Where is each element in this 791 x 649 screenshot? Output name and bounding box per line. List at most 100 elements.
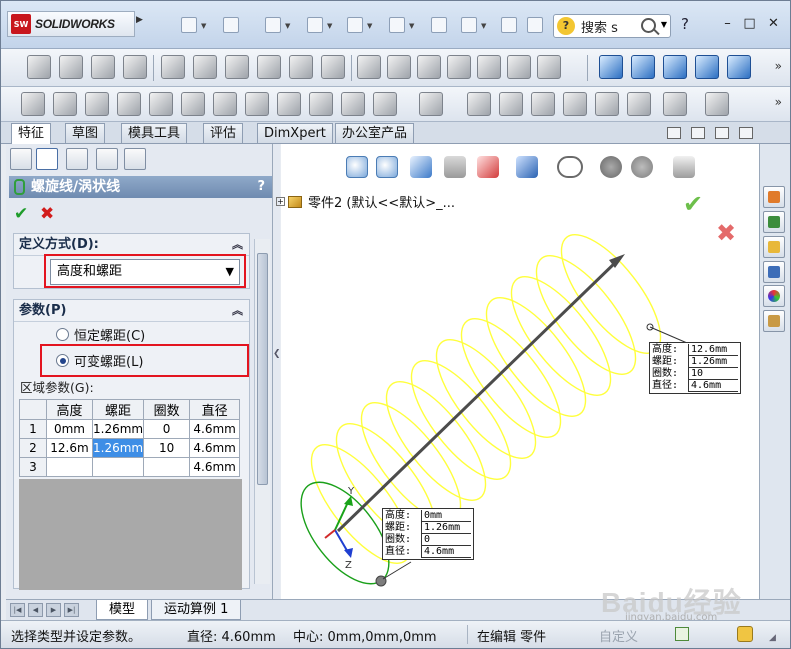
definition-group-header[interactable]: 定义方式(D): ︽ [14, 234, 249, 256]
dimxpert-manager-tab-icon[interactable] [96, 148, 118, 170]
boundary-icon[interactable] [117, 92, 141, 116]
tab-evaluate[interactable]: 评估 [203, 123, 244, 143]
sweep-boss-icon[interactable] [91, 55, 115, 79]
open-file-icon[interactable] [223, 17, 239, 33]
table-cell[interactable]: 1.26mm [91, 419, 145, 439]
callout-value[interactable]: 0mm [421, 510, 471, 522]
fillet-icon[interactable] [357, 55, 381, 79]
search-icon[interactable] [641, 18, 656, 33]
view-cube-icon[interactable] [631, 55, 655, 79]
deform-icon[interactable] [213, 92, 237, 116]
feature-tree-root[interactable]: + 零件2 (默认<<默认>_... [276, 192, 455, 211]
tab-model[interactable]: 模型 [96, 600, 149, 620]
rebuild-status-icon[interactable] [675, 627, 689, 641]
callout-value[interactable]: 12.6mm [688, 344, 738, 356]
split-view-icon[interactable] [667, 127, 681, 139]
tab-dimxpert[interactable]: DimXpert [257, 123, 333, 143]
edit-appearance-icon[interactable] [631, 156, 653, 178]
next-tab-icon[interactable]: ▶ [46, 603, 61, 617]
callout-value[interactable]: 4.6mm [688, 380, 738, 392]
dome-feature-icon[interactable] [627, 92, 651, 116]
delete-body-icon[interactable] [531, 92, 555, 116]
parameters-group-header[interactable]: 参数(P) ︽ [14, 300, 249, 322]
feature-manager-tab-icon[interactable] [10, 148, 32, 170]
panel-scrollbar[interactable] [254, 239, 270, 584]
display-style-icon[interactable] [557, 156, 583, 178]
view-palette-tab[interactable] [763, 261, 785, 283]
expand-icon[interactable]: + [276, 197, 285, 206]
options-icon[interactable] [461, 17, 477, 33]
combine-icon[interactable] [341, 92, 365, 116]
configuration-manager-tab-icon[interactable] [66, 148, 88, 170]
radio-button[interactable] [56, 327, 69, 341]
restore-view-icon[interactable] [715, 127, 729, 139]
select-dropdown-icon[interactable]: ▼ [409, 22, 414, 30]
settings-gear-icon[interactable] [527, 17, 543, 33]
table-cell[interactable] [91, 457, 145, 477]
cut-sweep-icon[interactable] [225, 55, 249, 79]
view-cube-icon[interactable] [695, 55, 719, 79]
help-button[interactable]: ? [681, 15, 689, 33]
split-icon[interactable] [309, 92, 333, 116]
view-cube-icon[interactable] [727, 55, 751, 79]
extrude-boss-icon[interactable] [27, 55, 51, 79]
splitter-grip-icon[interactable]: ❮ [273, 349, 281, 359]
section-view-icon[interactable] [444, 156, 466, 178]
options-dropdown-icon[interactable]: ▼ [481, 22, 486, 30]
table-cell[interactable] [143, 457, 191, 477]
freeform-icon[interactable] [181, 92, 205, 116]
rib-icon[interactable] [387, 55, 411, 79]
helix-start-point[interactable] [375, 575, 387, 587]
table-cell[interactable]: 4.6mm [189, 438, 241, 458]
last-tab-icon[interactable]: ▶| [64, 603, 79, 617]
sketch-point-icon[interactable] [663, 92, 687, 116]
toolbar-overflow-icon[interactable]: » [775, 59, 782, 73]
print-dropdown-icon[interactable]: ▼ [327, 22, 332, 30]
callout-value[interactable]: 4.6mm [421, 546, 471, 558]
display-manager-tab-icon[interactable] [124, 148, 146, 170]
dynamic-annotation-icon[interactable] [477, 156, 499, 178]
first-tab-icon[interactable]: |◀ [10, 603, 25, 617]
undo-dropdown-icon[interactable]: ▼ [367, 22, 372, 30]
solidworks-logo[interactable]: SW SOLIDWORKS [7, 11, 135, 37]
tag-icon[interactable] [737, 626, 753, 642]
table-cell[interactable]: 4.6mm [189, 457, 241, 477]
cavity-icon[interactable] [563, 92, 587, 116]
table-cell[interactable]: 12.6m [46, 438, 93, 458]
tab-office-products[interactable]: 办公室产品 [335, 123, 415, 143]
callout-value[interactable]: 1.26mm [421, 522, 471, 534]
view-cube-icon[interactable] [663, 55, 687, 79]
tab-sketch[interactable]: 草图 [65, 123, 106, 143]
flex-icon[interactable] [277, 92, 301, 116]
thread-icon[interactable] [321, 55, 345, 79]
search-box[interactable]: ? 搜索 s ▼ [553, 14, 671, 38]
apply-scene-icon[interactable] [673, 156, 695, 178]
minimize-button[interactable]: – [719, 16, 736, 33]
previous-tab-icon[interactable]: ◀ [28, 603, 43, 617]
previous-view-icon[interactable] [410, 156, 432, 178]
save-icon[interactable] [265, 17, 281, 33]
table-cell-selected[interactable]: 1.26mm [91, 438, 145, 458]
indent-icon[interactable] [245, 92, 269, 116]
scale-icon[interactable] [467, 92, 491, 116]
scrollbar-thumb[interactable] [257, 253, 268, 485]
table-cell[interactable]: 0 [143, 419, 191, 439]
table-cell[interactable] [46, 457, 93, 477]
custom-properties-tab[interactable] [763, 310, 785, 332]
confirm-corner-icon[interactable]: ✔ [683, 190, 703, 218]
tab-motion-study-1[interactable]: 运动算例 1 [151, 600, 242, 620]
shell-icon[interactable] [417, 55, 441, 79]
status-custom[interactable]: 自定义 [599, 626, 638, 645]
collapse-icon[interactable]: ︽ [232, 300, 243, 322]
close-button[interactable]: ✕ [765, 16, 782, 33]
radio-constant-pitch[interactable]: 恒定螺距(C) [56, 325, 145, 344]
print-icon[interactable] [307, 17, 323, 33]
curves-icon[interactable] [85, 92, 109, 116]
search-dropdown-icon[interactable]: ▼ [661, 20, 667, 29]
new-dropdown-icon[interactable]: ▼ [201, 22, 206, 30]
tile-view-icon[interactable] [691, 127, 705, 139]
cut-revolve-icon[interactable] [193, 55, 217, 79]
new-file-icon[interactable] [181, 17, 197, 33]
dome-icon[interactable] [477, 55, 501, 79]
maximize-button[interactable]: □ [741, 16, 758, 33]
